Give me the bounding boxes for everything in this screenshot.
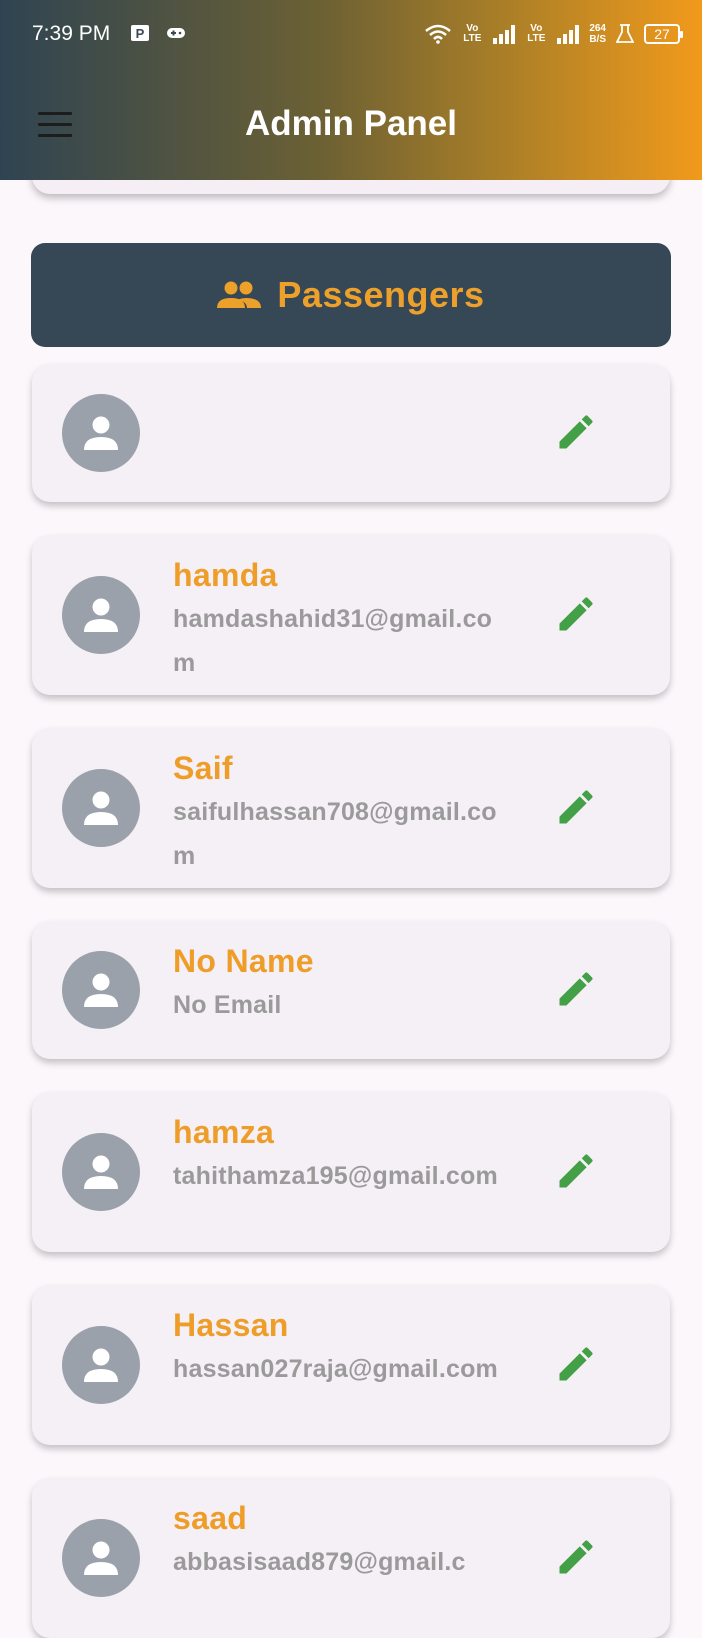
passenger-email: abbasisaad879@gmail.c [173, 1548, 466, 1576]
person-icon [84, 1155, 118, 1189]
section-title: Passengers [277, 274, 485, 315]
volte-indicator-2: Vo LTE [527, 23, 546, 44]
avatar [62, 1519, 140, 1597]
avatar [62, 394, 140, 472]
edit-icon[interactable] [554, 785, 598, 829]
avatar [62, 1326, 140, 1404]
passenger-name: Saif [173, 750, 233, 786]
passenger-card[interactable]: hamda hamdashahid31@gmail.com [32, 535, 670, 695]
person-icon [84, 1348, 118, 1382]
person-icon [84, 791, 118, 825]
passenger-email: hamdashahid31@gmail.com [173, 605, 493, 677]
flask-icon [616, 24, 634, 43]
volte-indicator-1: Vo LTE [463, 23, 482, 44]
avatar [62, 951, 140, 1029]
signal-icon [493, 24, 516, 44]
parking-notification-icon: P [131, 25, 149, 41]
passenger-card[interactable]: Hassan hassan027raja@gmail.com [32, 1285, 670, 1445]
edit-icon[interactable] [554, 1342, 598, 1386]
passenger-name: hamza [173, 1114, 275, 1150]
passenger-card[interactable]: saad abbasisaad879@gmail.c [32, 1478, 670, 1638]
passenger-email: tahithamza195@gmail.com [173, 1162, 498, 1190]
passenger-email: No Email [173, 991, 282, 1019]
passenger-card[interactable] [32, 364, 670, 502]
avatar [62, 576, 140, 654]
avatar [62, 1133, 140, 1211]
passenger-name: No Name [173, 943, 314, 979]
passenger-card[interactable]: hamza tahithamza195@gmail.com [32, 1092, 670, 1252]
passenger-email: saifulhassan708@gmail.com [173, 798, 497, 870]
network-speed: 264 B/S [589, 23, 606, 45]
person-icon [84, 1541, 118, 1575]
battery-icon: 27 [644, 24, 683, 44]
passenger-card[interactable]: Saif saifulhassan708@gmail.com [32, 728, 670, 888]
network-speed-value: 264 [589, 23, 606, 34]
passenger-name: saad [173, 1500, 248, 1536]
svg-text:P: P [136, 26, 145, 41]
passengers-section-header: Passengers [31, 243, 671, 347]
status-time: 7:39 PM [32, 22, 111, 45]
edit-icon[interactable] [554, 967, 598, 1011]
edit-icon[interactable] [554, 592, 598, 636]
person-icon [84, 973, 118, 1007]
network-speed-unit: B/S [589, 34, 606, 45]
signal-icon-2 [557, 24, 580, 44]
edit-icon[interactable] [554, 1149, 598, 1193]
passenger-name: hamda [173, 557, 278, 593]
passenger-card[interactable]: No Name No Email [32, 921, 670, 1059]
passenger-email: hassan027raja@gmail.com [173, 1355, 498, 1383]
status-icons: Vo LTE Vo LTE 264 B/S 27 [425, 20, 683, 48]
person-icon [84, 416, 118, 450]
person-icon [84, 598, 118, 632]
gamepad-icon [167, 28, 185, 38]
page-title: Admin Panel [245, 104, 457, 143]
passenger-name: Hassan [173, 1307, 289, 1343]
app-bar: 7:39 PM P Vo LTE Vo LTE 264 B/S 27 Admin… [0, 0, 702, 180]
edit-icon[interactable] [554, 1535, 598, 1579]
edit-icon[interactable] [554, 410, 598, 454]
avatar [62, 769, 140, 847]
wifi-icon [425, 24, 452, 44]
status-bar: 7:39 PM P Vo LTE Vo LTE 264 B/S 27 [0, 0, 702, 70]
people-icon [217, 281, 262, 308]
